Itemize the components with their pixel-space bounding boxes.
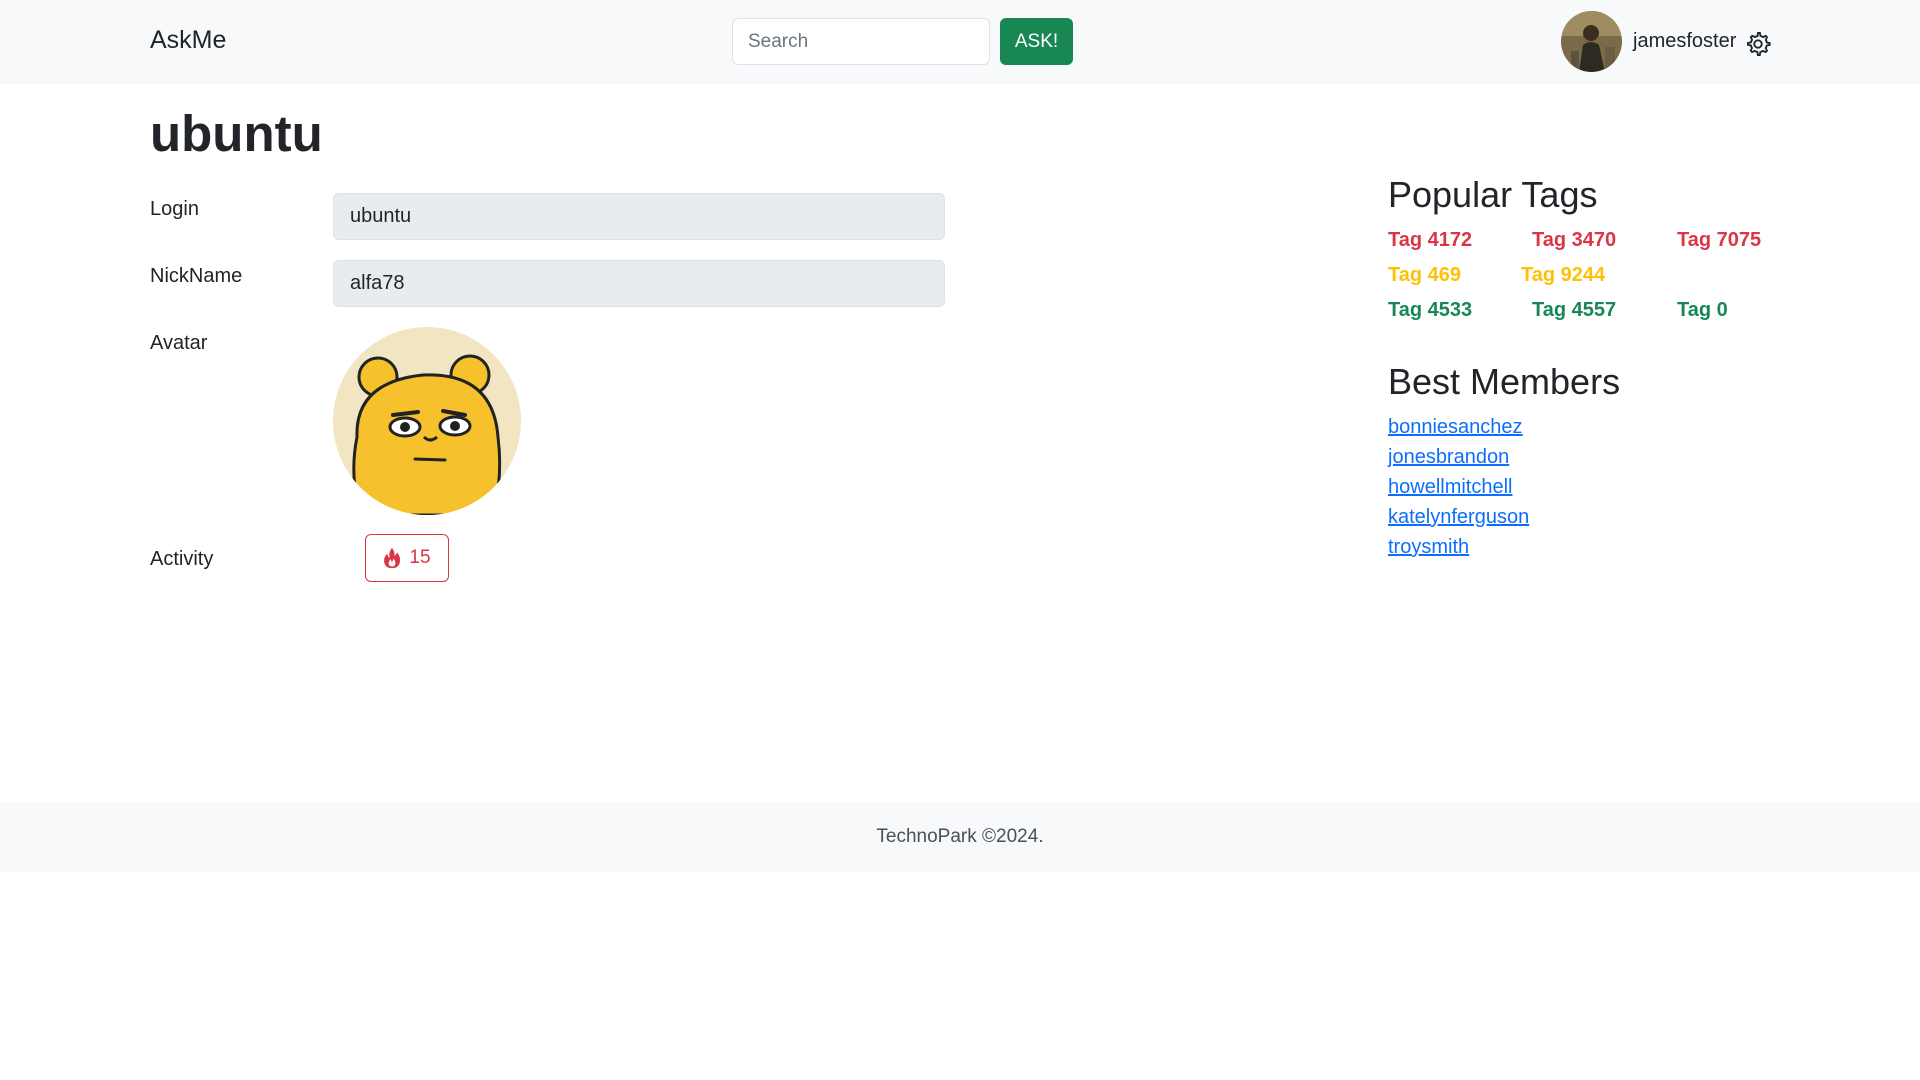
tag-link[interactable]: Tag 9244	[1521, 264, 1605, 287]
tag-link[interactable]: Tag 7075	[1677, 229, 1761, 252]
top-navbar: AskMe ASK! jamesfoster	[0, 0, 1920, 84]
tag-link[interactable]: Tag 0	[1677, 299, 1728, 322]
tag-link[interactable]: Tag 469	[1388, 264, 1461, 287]
activity-count: 15	[409, 547, 431, 568]
login-label: Login	[150, 198, 199, 220]
user-photo-icon	[1561, 11, 1622, 72]
search-input[interactable]	[732, 18, 990, 65]
member-link[interactable]: bonniesanchez	[1388, 416, 1523, 439]
activity-button[interactable]: 15	[365, 534, 449, 582]
tag-link[interactable]: Tag 3470	[1532, 229, 1616, 252]
member-link[interactable]: howellmitchell	[1388, 476, 1513, 499]
page-footer: TechnoPark ©2024.	[0, 802, 1920, 872]
profile-avatar	[333, 327, 521, 515]
user-avatar[interactable]	[1561, 11, 1622, 72]
fire-icon	[384, 547, 401, 569]
tag-link[interactable]: Tag 4533	[1388, 299, 1472, 322]
bear-avatar-icon	[333, 327, 521, 515]
tag-link[interactable]: Tag 4172	[1388, 229, 1472, 252]
brand-link[interactable]: AskMe	[150, 26, 226, 55]
page-title: ubuntu	[150, 105, 323, 162]
popular-tags-heading: Popular Tags	[1388, 174, 1598, 215]
ask-button[interactable]: ASK!	[1000, 18, 1073, 65]
member-link[interactable]: katelynferguson	[1388, 506, 1529, 529]
gear-icon[interactable]	[1744, 30, 1772, 58]
member-link[interactable]: jonesbrandon	[1388, 446, 1509, 469]
nickname-field[interactable]	[333, 260, 945, 307]
avatar-label: Avatar	[150, 332, 208, 354]
tag-link[interactable]: Tag 4557	[1532, 299, 1616, 322]
footer-copyright: TechnoPark ©2024.	[876, 826, 1044, 847]
best-members-heading: Best Members	[1388, 361, 1621, 402]
member-link[interactable]: troysmith	[1388, 536, 1469, 559]
nickname-label: NickName	[150, 265, 243, 287]
activity-label: Activity	[150, 548, 214, 570]
login-field[interactable]	[333, 193, 945, 240]
username-label[interactable]: jamesfoster	[1633, 30, 1736, 53]
